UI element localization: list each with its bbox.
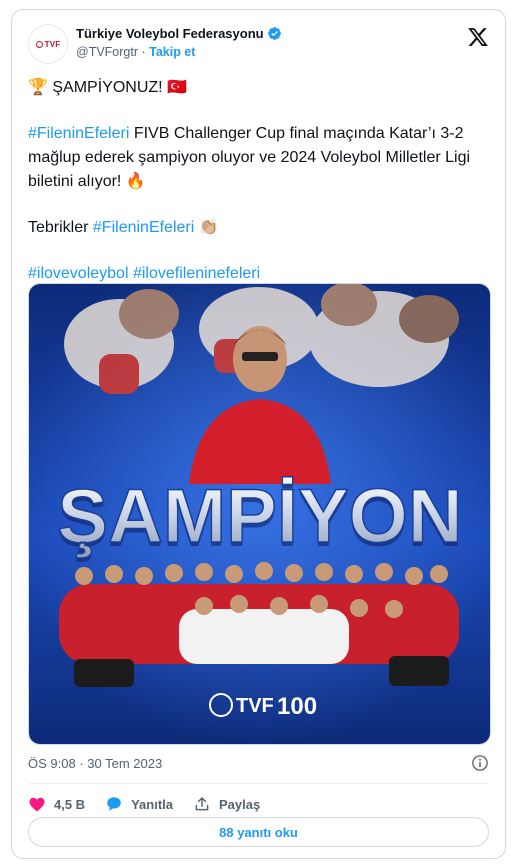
share-label: Paylaş [219, 796, 261, 812]
reply-label: Yanıtla [131, 796, 173, 812]
tvf-logo-icon [35, 40, 43, 48]
separator: · [138, 45, 150, 59]
headline-text: ŞAMPİYON [57, 474, 462, 559]
tweet-media-image[interactable]: ŞAMPİYON ŞAMPİYON TVF 100 [28, 283, 491, 745]
hashtag-link[interactable]: #ilovevoleybol [28, 265, 129, 282]
tweet-line-1: 🏆 ŞAMPİYONUZ! 🇹🇷 [28, 76, 491, 100]
trophy-icon: 🏆 [28, 79, 48, 96]
tvf-logo-text: TVF [236, 695, 274, 717]
hashtag-link[interactable]: #FileninEfeleri [28, 125, 129, 142]
avatar-text: TVF [44, 39, 61, 49]
handle-row: @TVForgtr · Takip et [76, 45, 282, 59]
sampiyon-headline: ŞAMPİYON ŞAMPİYON [57, 473, 464, 563]
reply-button[interactable]: Yanıtla [105, 795, 173, 813]
tweet-line-1-text: ŞAMPİYONUZ! [47, 79, 168, 96]
avatar[interactable]: TVF [28, 24, 68, 64]
tvf-100-text: 100 [277, 693, 317, 720]
share-button[interactable]: Paylaş [193, 795, 260, 813]
tweet-paragraph-2: #FileninEfeleri FIVB Challenger Cup fina… [28, 122, 491, 194]
author-handle[interactable]: @TVForgtr [76, 45, 138, 59]
tweet-card: TVF Türkiye Voleybol Federasyonu @TVForg… [11, 9, 506, 859]
follow-button[interactable]: Takip et [149, 45, 195, 59]
share-icon [195, 797, 209, 811]
heart-icon [29, 797, 45, 812]
like-button[interactable]: 4,5 B [28, 795, 85, 813]
tweet-actions: 4,5 B Yanıtla Paylaş [28, 791, 280, 817]
x-logo-icon[interactable] [467, 26, 489, 48]
divider [28, 783, 489, 784]
info-icon[interactable] [471, 754, 489, 772]
tweet-paragraph-3: Tebrikler #FileninEfeleri 👏🏼 [28, 216, 491, 240]
tweet-timestamp[interactable]: ÖS 9:08 · 30 Tem 2023 [28, 756, 162, 771]
tweet-paragraph-3-text: Tebrikler [28, 219, 93, 236]
tweet-header: TVF Türkiye Voleybol Federasyonu @TVForg… [28, 24, 489, 64]
hashtag-link[interactable]: #FileninEfeleri [93, 219, 194, 236]
clapping-hands-icon: 👏🏼 [194, 219, 219, 236]
read-replies-button[interactable]: 88 yanıtı oku [28, 817, 489, 847]
reply-bubble-icon [107, 797, 121, 811]
turkey-flag-icon: 🇹🇷 [167, 79, 187, 96]
tweet-text: 🏆 ŞAMPİYONUZ! 🇹🇷 #FileninEfeleri FIVB Ch… [28, 76, 491, 286]
verified-badge-icon [267, 27, 281, 40]
hashtag-link[interactable]: #ilovefileninefeleri [133, 265, 260, 282]
fire-icon: 🔥 [125, 173, 146, 190]
championship-poster: ŞAMPİYON ŞAMPİYON TVF 100 [29, 284, 490, 744]
author-name-row: Türkiye Voleybol Federasyonu [76, 26, 282, 41]
author-info: Türkiye Voleybol Federasyonu @TVForgtr ·… [76, 26, 282, 59]
author-display-name[interactable]: Türkiye Voleybol Federasyonu [76, 26, 264, 41]
like-count: 4,5 B [54, 796, 86, 812]
